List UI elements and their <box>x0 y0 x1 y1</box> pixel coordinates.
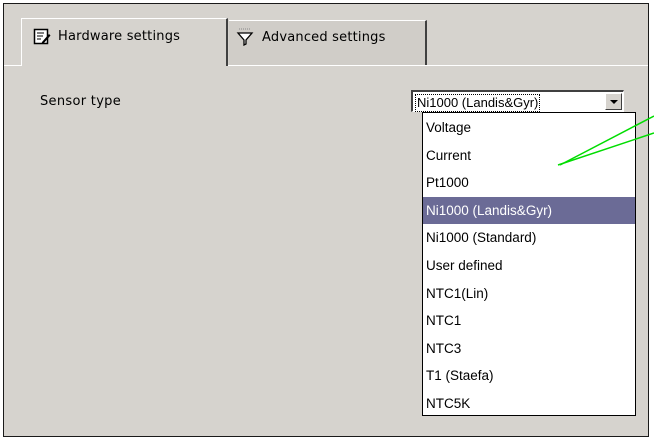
callout-line <box>559 115 654 166</box>
tab-hardware-settings[interactable]: Hardware settings <box>21 18 228 66</box>
notepad-edit-icon <box>33 28 51 46</box>
callout-line <box>557 132 654 166</box>
callout-lines <box>557 115 654 166</box>
tab-label: Hardware settings <box>58 29 181 44</box>
